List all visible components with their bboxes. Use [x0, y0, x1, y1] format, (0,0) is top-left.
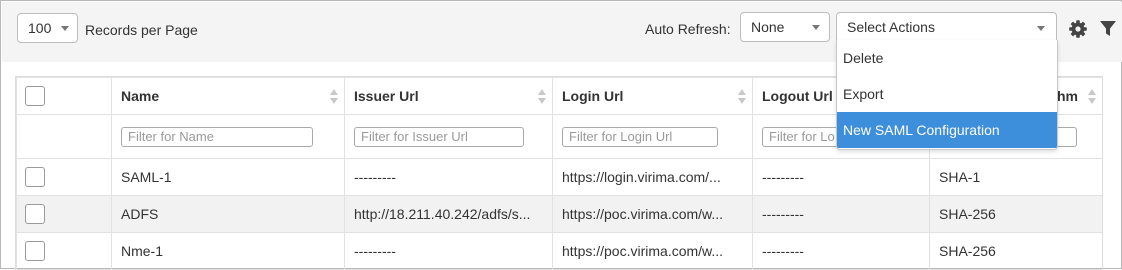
column-label-algorithm: hm: [1057, 88, 1078, 104]
cell-issuer-url: ---------: [344, 232, 553, 270]
row-select-cell: [16, 232, 112, 270]
chevron-down-icon: [812, 25, 820, 30]
menu-item-delete[interactable]: Delete: [837, 40, 1057, 76]
sort-icon[interactable]: [538, 89, 546, 105]
cell-login-url: https://poc.virima.com/w...: [552, 195, 753, 233]
row-checkbox[interactable]: [25, 167, 45, 187]
auto-refresh-value: None: [751, 19, 785, 35]
select-all-cell: [16, 77, 112, 115]
cell-logout-url: ---------: [752, 158, 930, 196]
select-actions-menu: Delete Export New SAML Configuration: [836, 40, 1058, 150]
select-actions-dropdown[interactable]: Select Actions: [836, 12, 1057, 42]
name-filter-input[interactable]: [121, 126, 313, 147]
records-per-page-select[interactable]: 100: [17, 13, 78, 43]
cell-name: Nme-1: [111, 232, 345, 270]
cell-name: SAML-1: [111, 158, 345, 196]
sort-icon[interactable]: [1088, 89, 1096, 105]
cell-issuer-url: http://18.211.40.242/adfs/s...: [344, 195, 553, 233]
cell-login-url: https://login.virima.com/...: [552, 158, 753, 196]
cell-login-url: https://poc.virima.com/w...: [552, 232, 753, 270]
cell-issuer-url: ---------: [344, 158, 553, 196]
chevron-down-icon: [1037, 26, 1045, 31]
cell-logout-url: ---------: [752, 232, 930, 270]
funnel-icon[interactable]: [1099, 19, 1117, 39]
column-header-login-url[interactable]: Login Url: [552, 77, 753, 115]
column-label-logout-url: Logout Url: [762, 88, 833, 104]
cell-algorithm: SHA-256: [929, 195, 1102, 233]
column-header-name[interactable]: Name: [111, 77, 345, 115]
filter-cell: [552, 114, 753, 159]
menu-item-new-saml-configuration[interactable]: New SAML Configuration: [837, 112, 1057, 148]
row-select-cell: [16, 195, 112, 233]
table-row[interactable]: ADFS http://18.211.40.242/adfs/s... http…: [16, 195, 1102, 233]
select-actions-placeholder: Select Actions: [847, 19, 935, 35]
filter-cell-empty: [16, 114, 112, 159]
table-row[interactable]: Nme-1 --------- https://poc.virima.com/w…: [16, 232, 1102, 270]
row-checkbox[interactable]: [25, 241, 45, 261]
filter-cell: [344, 114, 553, 159]
sort-icon[interactable]: [330, 89, 338, 105]
cell-algorithm: SHA-256: [929, 232, 1102, 270]
issuer-url-filter-input[interactable]: [354, 126, 524, 147]
column-header-issuer-url[interactable]: Issuer Url: [344, 77, 553, 115]
cell-name: ADFS: [111, 195, 345, 233]
gear-icon[interactable]: [1068, 19, 1088, 39]
records-per-page-label: Records per Page: [85, 22, 198, 38]
column-label-issuer-url: Issuer Url: [354, 88, 419, 104]
sort-icon[interactable]: [738, 89, 746, 105]
cell-logout-url: ---------: [752, 195, 930, 233]
menu-item-export[interactable]: Export: [837, 76, 1057, 112]
chevron-down-icon: [61, 26, 69, 31]
select-all-checkbox[interactable]: [25, 86, 45, 106]
cell-algorithm: SHA-1: [929, 158, 1102, 196]
row-select-cell: [16, 158, 112, 196]
auto-refresh-select[interactable]: None: [740, 12, 830, 42]
login-url-filter-input[interactable]: [562, 126, 718, 147]
auto-refresh-label: Auto Refresh:: [645, 21, 731, 37]
table-row[interactable]: SAML-1 --------- https://login.virima.co…: [16, 158, 1102, 196]
row-checkbox[interactable]: [25, 204, 45, 224]
column-label-login-url: Login Url: [562, 88, 624, 104]
column-label-name: Name: [121, 88, 160, 104]
records-per-page-value: 100: [28, 20, 52, 36]
filter-cell: [111, 114, 345, 159]
